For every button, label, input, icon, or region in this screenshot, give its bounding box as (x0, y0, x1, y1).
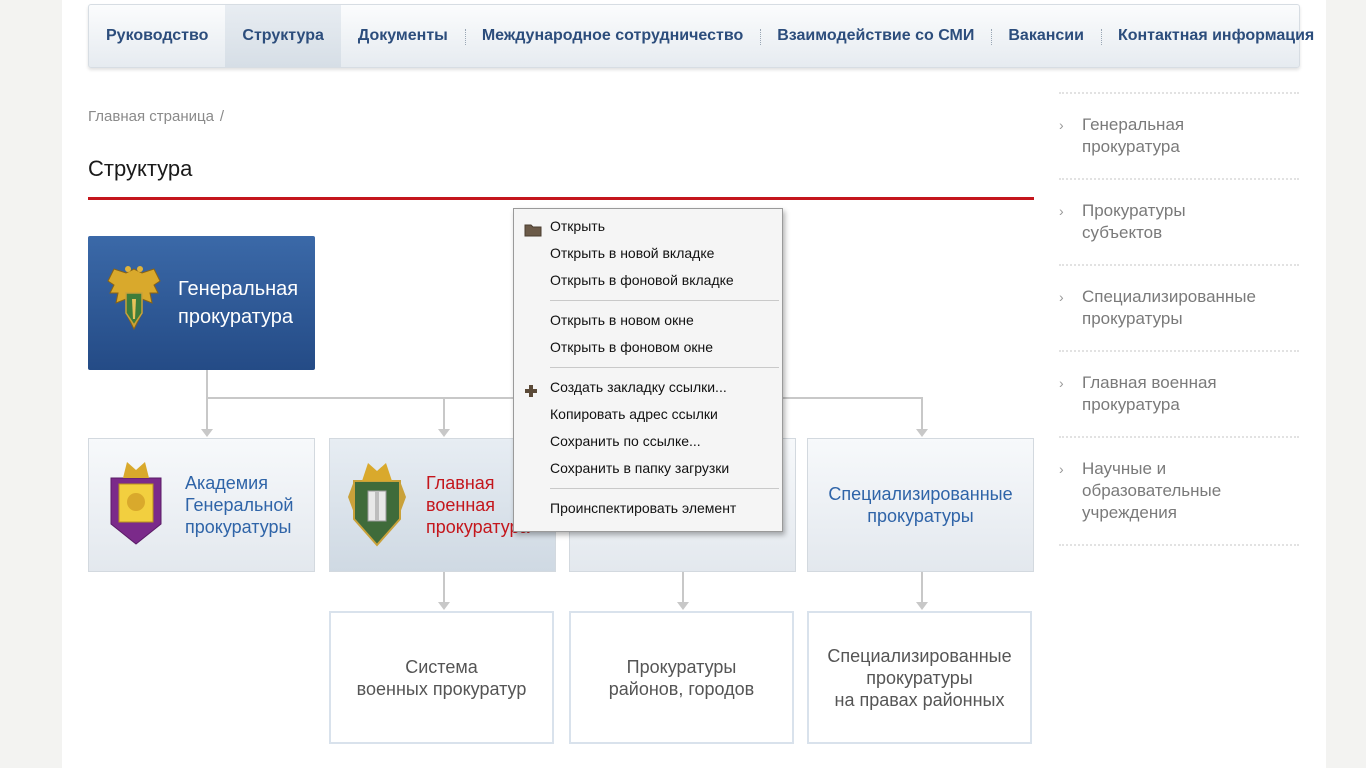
connector-line (682, 572, 684, 603)
connector-line (206, 370, 208, 430)
label-line: Академия (185, 473, 268, 493)
nav-item-vacancies[interactable]: Вакансии (991, 5, 1101, 67)
label-line: прокуратуры (1082, 309, 1183, 328)
label-line: на правах районных (834, 689, 1005, 710)
connector-arrow (916, 429, 928, 437)
sidebar-nav: Генеральная прокуратура Прокуратуры субъ… (1059, 92, 1299, 546)
military-prosecutor-emblem-icon (346, 457, 408, 554)
label-line: прокуратуры (866, 667, 973, 688)
menu-item-copy-link[interactable]: Копировать адрес ссылки (514, 401, 782, 428)
label-line: военных прокуратур (356, 678, 527, 699)
org-box-general-prosecutor-label: Генеральная прокуратура (178, 275, 298, 331)
connector-line (921, 397, 923, 430)
sidebar-item-general-prosecutor[interactable]: Генеральная прокуратура (1059, 92, 1299, 178)
breadcrumb: Главная страница / (88, 108, 224, 125)
connector-line (921, 572, 923, 603)
label-line: Прокуратуры (626, 656, 737, 677)
connector-arrow (438, 429, 450, 437)
label-line: прокуратуры (185, 517, 292, 537)
sidebar-item-regional-prosecutors[interactable]: Прокуратуры субъектов (1059, 178, 1299, 264)
title-divider (88, 197, 1034, 200)
sidebar-item-military-prosecutor[interactable]: Главная военная прокуратура (1059, 350, 1299, 436)
menu-item-open-new-tab[interactable]: Открыть в новой вкладке (514, 240, 782, 267)
menu-separator (550, 300, 779, 301)
menu-item-inspect-element[interactable]: Проинспектировать элемент (514, 495, 782, 522)
label-line: Главная военная (1082, 373, 1217, 392)
label-line: прокуратура (178, 306, 294, 328)
top-navigation: Руководство Структура Документы Междунар… (88, 4, 1314, 68)
label-line: Специализированные (827, 645, 1012, 666)
org-box-specialized-label: Специализированные прокуратуры (828, 483, 1012, 527)
connector-arrow (438, 602, 450, 610)
menu-item-open-background-tab[interactable]: Открыть в фоновой вкладке (514, 267, 782, 294)
org-box-academy-label: Академия Генеральной прокуратуры (185, 472, 293, 538)
org-box-specialized[interactable]: Специализированные прокуратуры (807, 438, 1034, 572)
org-box-specialized-district[interactable]: Специализированные прокуратуры на правах… (807, 611, 1032, 744)
label-line: прокуратура (1082, 137, 1180, 156)
menu-item-open-background-window[interactable]: Открыть в фоновом окне (514, 334, 782, 361)
menu-item-open[interactable]: Открыть (514, 213, 782, 240)
org-box-district-prosecutors[interactable]: Прокуратуры районов, городов (569, 611, 794, 744)
connector-line (443, 397, 445, 430)
nav-item-leadership[interactable]: Руководство (89, 5, 225, 67)
label-line: образовательные (1082, 481, 1222, 500)
nav-item-international[interactable]: Международное сотрудничество (464, 5, 760, 67)
page-title: Структура (88, 156, 193, 181)
sidebar-item-educational-institutions[interactable]: Научные и образовательные учреждения (1059, 436, 1299, 544)
label-line: Генеральная (178, 278, 299, 300)
sidebar-item-specialized-prosecutors[interactable]: Специализированные прокуратуры (1059, 264, 1299, 350)
menu-item-save-link[interactable]: Сохранить по ссылке... (514, 428, 782, 455)
label-line: районов, городов (608, 678, 755, 699)
label-line: субъектов (1082, 223, 1163, 242)
label-line: Генеральной (185, 495, 294, 515)
label-line: прокуратура (1082, 395, 1180, 414)
label-line: Генеральная (1082, 115, 1185, 134)
label-line: учреждения (1082, 503, 1177, 522)
label-line: Прокуратуры (1082, 201, 1186, 220)
menu-separator (550, 488, 779, 489)
org-box-general-prosecutor[interactable]: Генеральная прокуратура (88, 236, 315, 370)
nav-item-structure[interactable]: Структура (225, 5, 341, 67)
label-line: Специализированные (828, 484, 1013, 504)
nav-item-media[interactable]: Взаимодействие со СМИ (760, 5, 991, 67)
connector-line (443, 572, 445, 603)
sidebar-divider (1059, 544, 1299, 546)
connector-arrow (201, 429, 213, 437)
org-box-military-system[interactable]: Система военных прокуратур (329, 611, 554, 744)
org-box-academy[interactable]: Академия Генеральной прокуратуры (88, 438, 315, 572)
breadcrumb-home-link[interactable]: Главная страница (88, 108, 214, 125)
menu-item-open-new-window[interactable]: Открыть в новом окне (514, 307, 782, 334)
label-line: Специализированные (1082, 287, 1256, 306)
connector-arrow (677, 602, 689, 610)
label-line: Научные и (1082, 459, 1167, 478)
nav-item-contacts[interactable]: Контактная информация (1100, 5, 1331, 67)
menu-separator (550, 367, 779, 368)
context-menu: Открыть Открыть в новой вкладке Открыть … (513, 208, 783, 532)
connector-arrow (916, 602, 928, 610)
menu-item-label: Открыть (550, 218, 605, 234)
breadcrumb-separator: / (219, 108, 225, 125)
menu-item-save-to-downloads[interactable]: Сохранить в папку загрузки (514, 455, 782, 482)
menu-item-label: Создать закладку ссылки... (550, 379, 727, 395)
academy-emblem-icon (105, 458, 167, 553)
double-headed-eagle-emblem-icon (104, 263, 164, 343)
label-line: прокуратуры (867, 506, 974, 526)
label-line: Система (405, 656, 478, 677)
menu-item-bookmark-link[interactable]: Создать закладку ссылки... (514, 374, 782, 401)
nav-item-documents[interactable]: Документы (341, 5, 465, 67)
